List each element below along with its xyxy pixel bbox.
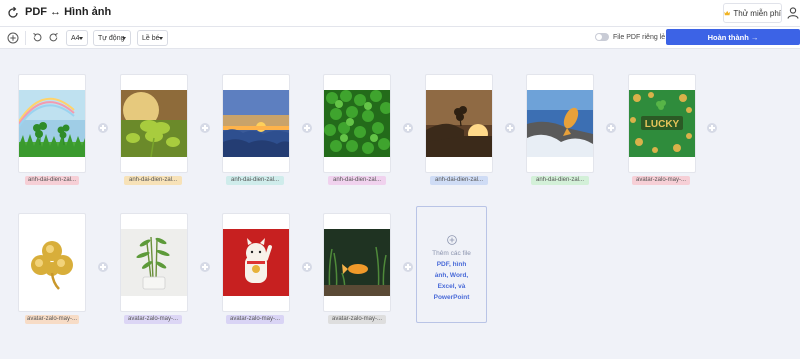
add-files-line-3: ảnh, Word, xyxy=(434,272,469,279)
insert-plus-icon[interactable] xyxy=(606,123,616,133)
file-name-badge: avatar-zalo-may-... xyxy=(124,315,182,324)
add-files-text: Thêm các file PDF, hình ảnh, Word, Excel… xyxy=(417,248,486,303)
file-thumbnail xyxy=(223,229,289,296)
file-thumbnail xyxy=(426,90,492,157)
add-files-card[interactable]: Thêm các file PDF, hình ảnh, Word, Excel… xyxy=(416,206,487,323)
file-card[interactable] xyxy=(323,213,391,312)
margin-select[interactable]: Lề bé xyxy=(137,30,168,46)
file-thumbnail xyxy=(19,90,85,157)
add-files-line-4: Excel, và xyxy=(437,283,466,290)
separate-pdf-toggle[interactable] xyxy=(595,33,609,41)
user-icon[interactable] xyxy=(787,6,799,20)
insert-plus-icon[interactable] xyxy=(403,262,413,272)
add-files-line-2: PDF, hình xyxy=(436,261,467,268)
file-name-badge: avatar-zalo-may-... xyxy=(25,315,79,324)
file-card[interactable] xyxy=(425,74,493,173)
insert-plus-icon[interactable] xyxy=(707,123,717,133)
add-file-icon[interactable] xyxy=(5,30,20,45)
insert-plus-icon[interactable] xyxy=(200,123,210,133)
file-card[interactable] xyxy=(222,74,290,173)
file-thumbnail xyxy=(121,229,187,296)
file-name-badge: anh-dai-dien-zal... xyxy=(430,176,488,185)
file-thumbnail xyxy=(527,90,593,157)
file-name-badge: avatar-zalo-may-... xyxy=(226,315,284,324)
file-name-badge: avatar-zalo-may-... xyxy=(328,315,386,324)
file-name-badge: anh-dai-dien-zal... xyxy=(25,176,79,185)
insert-plus-icon[interactable] xyxy=(302,262,312,272)
app-header: PDF ↔ Hình ảnh Thử miễn phí xyxy=(0,0,800,27)
chevron-down-icon xyxy=(122,37,126,40)
insert-plus-icon[interactable] xyxy=(403,123,413,133)
file-name-badge: avatar-zalo-may-... xyxy=(632,176,690,185)
file-thumbnail xyxy=(324,90,390,157)
insert-plus-icon[interactable] xyxy=(302,123,312,133)
orientation-value: Tự động xyxy=(98,34,125,42)
add-files-line-5: PowerPoint xyxy=(433,294,470,301)
file-card[interactable] xyxy=(222,213,290,312)
page-title: PDF ↔ Hình ảnh xyxy=(25,6,112,18)
toolbar-divider xyxy=(25,31,26,45)
separate-pdf-label: File PDF riêng lẻ xyxy=(613,33,666,41)
margin-value: Lề bé xyxy=(142,34,160,42)
file-card[interactable] xyxy=(18,74,86,173)
file-thumbnail: LUCKY xyxy=(629,90,695,157)
page-size-select[interactable]: A4 xyxy=(66,30,88,46)
chevron-down-icon xyxy=(159,37,163,40)
insert-plus-icon[interactable] xyxy=(98,262,108,272)
file-card[interactable] xyxy=(323,74,391,173)
insert-plus-icon[interactable] xyxy=(200,262,210,272)
file-thumbnail xyxy=(19,229,85,296)
separate-pdf-toggle-group: File PDF riêng lẻ xyxy=(595,33,665,41)
file-thumbnail xyxy=(121,90,187,157)
back-icon[interactable] xyxy=(6,6,20,20)
insert-plus-icon[interactable] xyxy=(505,123,515,133)
file-card[interactable] xyxy=(526,74,594,173)
premium-label: Thử miễn phí xyxy=(733,8,781,18)
file-thumbnail xyxy=(223,90,289,157)
file-card[interactable]: LUCKY xyxy=(628,74,696,173)
orientation-select[interactable]: Tự động xyxy=(93,30,131,46)
add-files-line-1: Thêm các file xyxy=(432,250,471,257)
svg-text:LUCKY: LUCKY xyxy=(645,119,680,130)
file-card[interactable] xyxy=(120,74,188,173)
add-plus-icon xyxy=(447,232,457,245)
chevron-down-icon xyxy=(79,37,83,40)
file-thumbnail xyxy=(324,229,390,296)
crown-icon xyxy=(724,10,731,16)
rotate-left-icon[interactable] xyxy=(30,30,45,45)
file-name-badge: anh-dai-dien-zal... xyxy=(328,176,386,185)
file-name-badge: anh-dai-dien-zal... xyxy=(226,176,284,185)
file-name-badge: anh-dai-dien-zal... xyxy=(124,176,182,185)
file-name-badge: anh-dai-dien-zal... xyxy=(531,176,589,185)
premium-trial-button[interactable]: Thử miễn phí xyxy=(723,3,782,23)
file-card[interactable] xyxy=(18,213,86,312)
finish-button[interactable]: Hoàn thành → xyxy=(666,29,800,45)
file-card[interactable] xyxy=(120,213,188,312)
rotate-right-icon[interactable] xyxy=(46,30,61,45)
insert-plus-icon[interactable] xyxy=(98,123,108,133)
